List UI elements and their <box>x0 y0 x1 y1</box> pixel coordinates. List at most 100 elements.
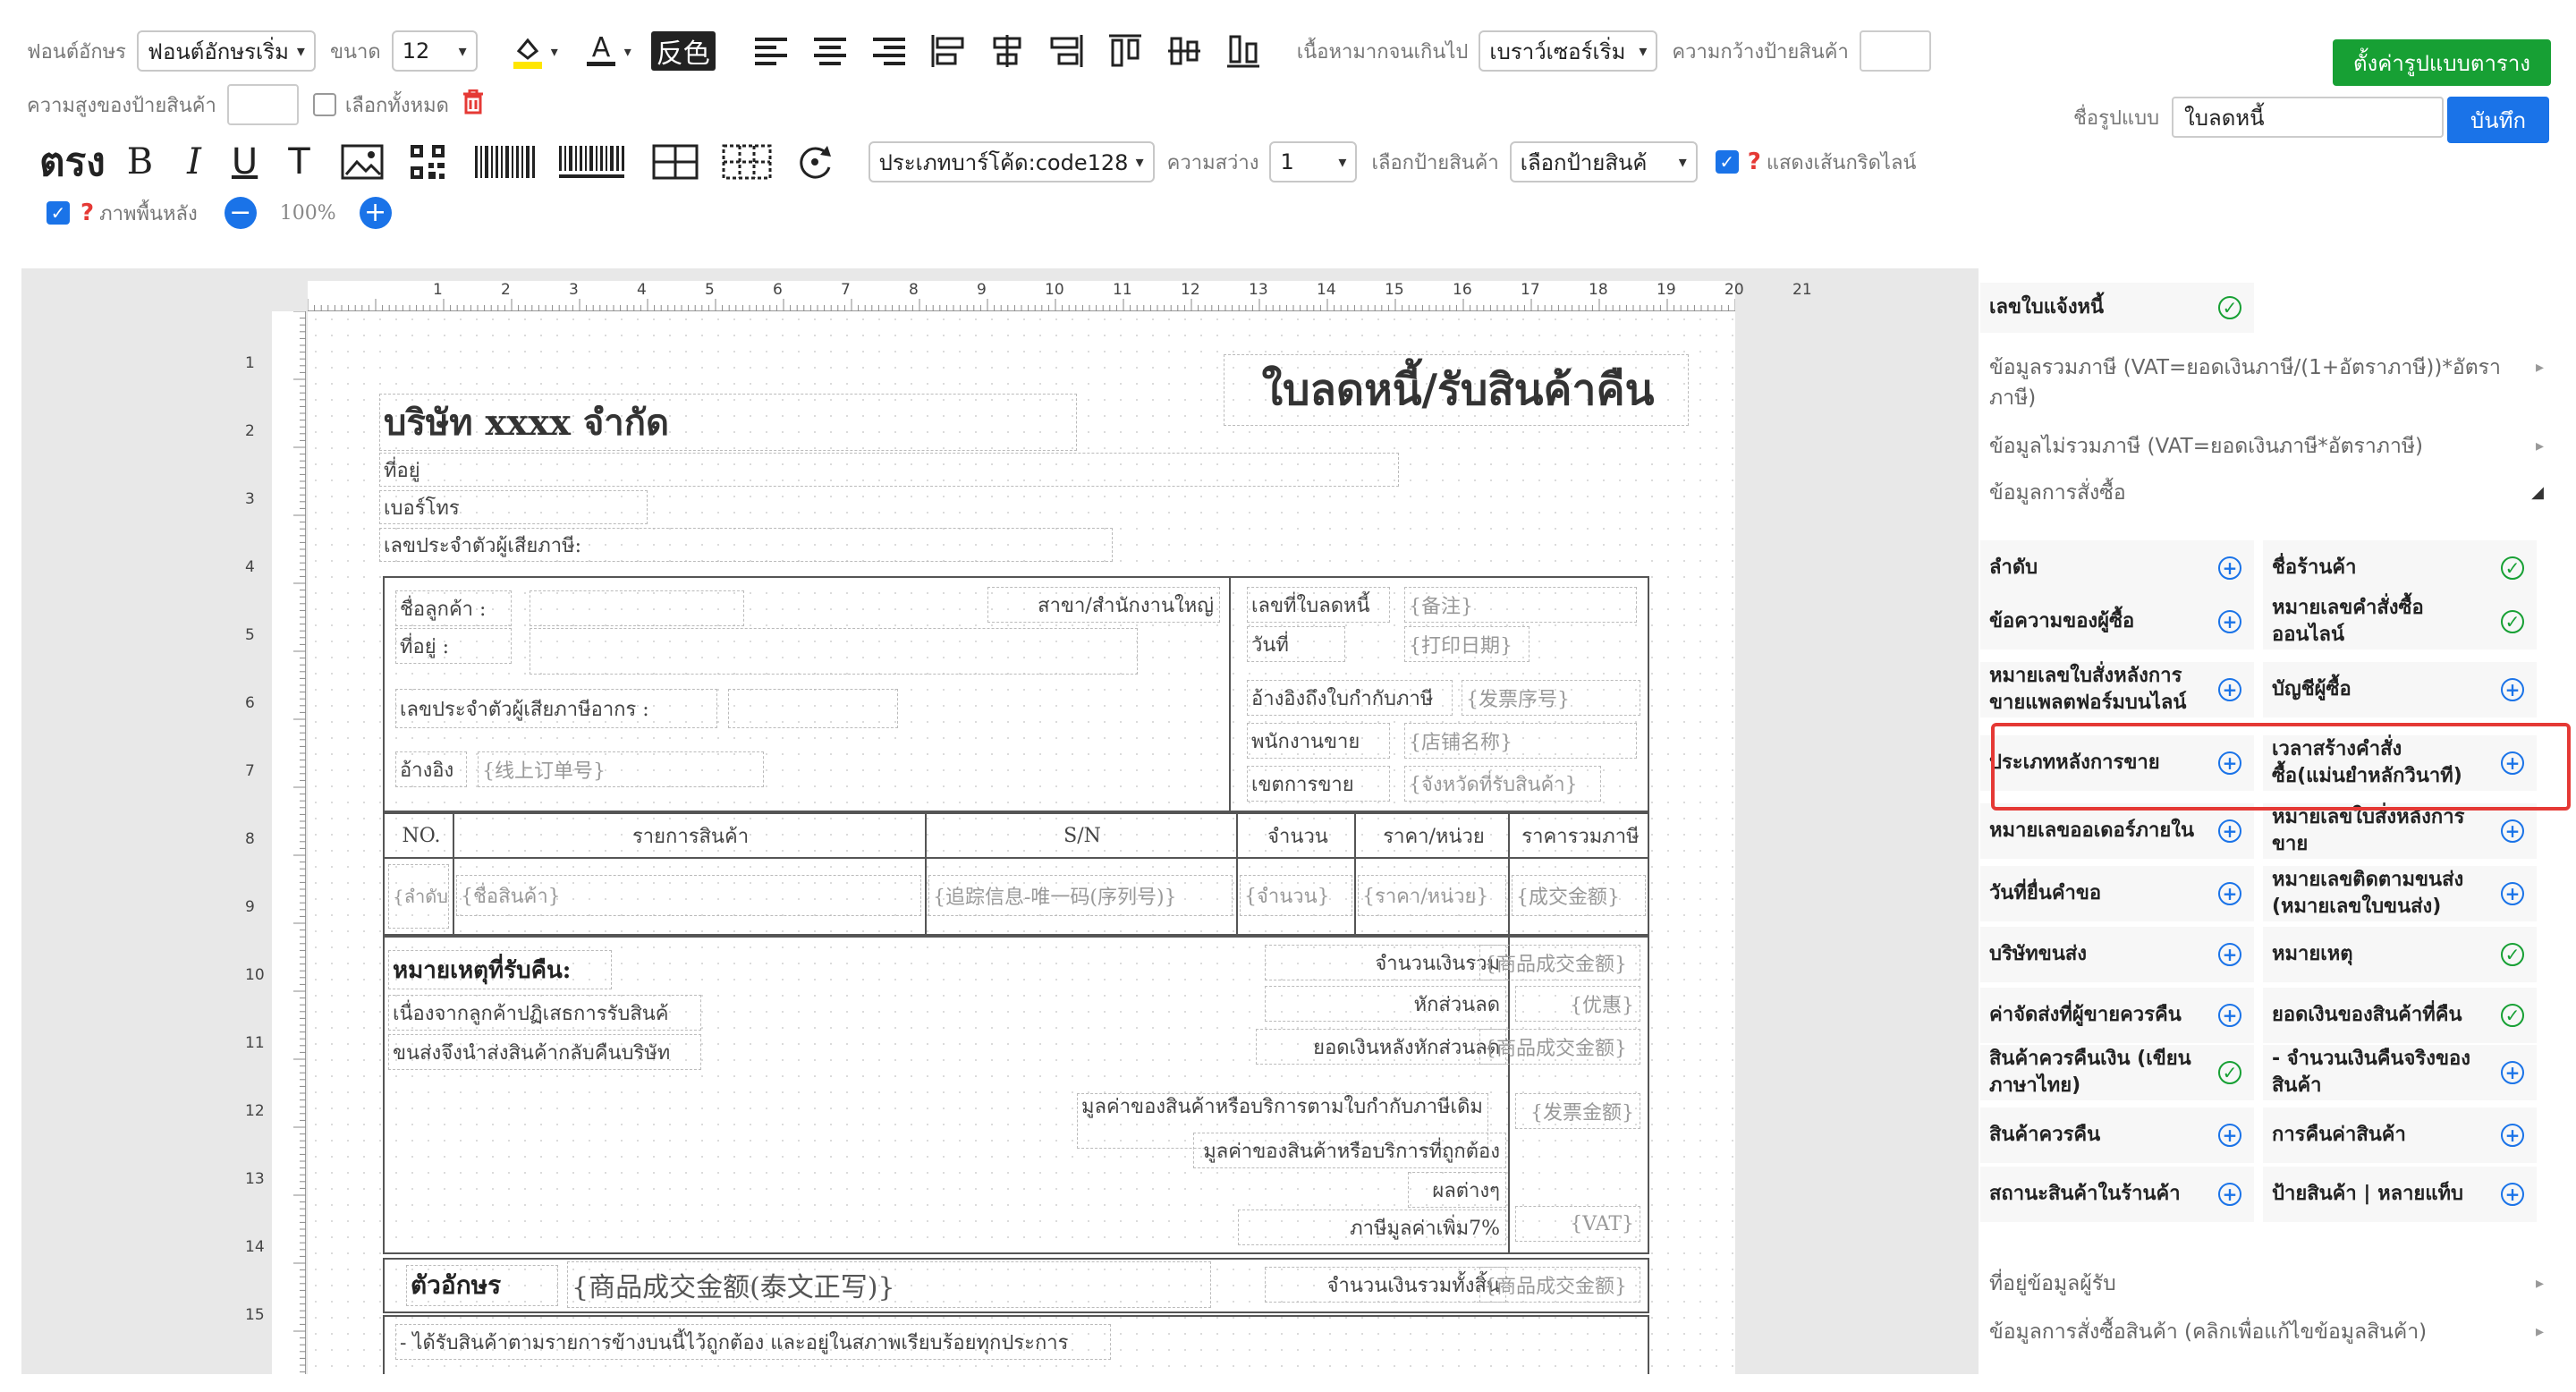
panel-item[interactable]: หมายเหตุ ✓ <box>2263 927 2537 982</box>
help-icon[interactable]: ? <box>1748 149 1761 175</box>
check-circle-icon[interactable]: ✓ <box>2218 1061 2241 1084</box>
after-discount-label[interactable]: ยอดเงินหลังหักส่วนลด <box>1256 1029 1506 1065</box>
branch-label[interactable]: สาขา/สำนักงานใหญ่ <box>987 587 1220 623</box>
plus-circle-icon[interactable]: + <box>2218 556 2241 580</box>
customer-address-label[interactable]: ที่อยู่ : <box>395 628 512 664</box>
table-setting-button[interactable]: ตั้งค่ารูปแบบตาราง <box>2333 39 2551 86</box>
doc-title[interactable]: ใบลดหนี้/รับสินค้าคืน <box>1224 354 1689 426</box>
credit-no-label[interactable]: เลขที่ใบลดหนี้ <box>1247 587 1390 623</box>
plus-circle-icon[interactable]: + <box>2501 1183 2524 1206</box>
panel-item[interactable]: ชื่อร้านค้า ✓ <box>2263 540 2537 596</box>
panel-item[interactable]: หมายเลขติดตามขนส่ง (หมายเลขใบขนส่ง) + <box>2263 866 2537 921</box>
align-center-icon[interactable] <box>812 36 848 66</box>
cell-total[interactable]: {成交金额} <box>1512 875 1646 916</box>
panel-item[interactable]: การคืนค่าสินค้า + <box>2263 1108 2537 1163</box>
size-select[interactable]: 12 ▾ <box>391 30 478 72</box>
check-circle-icon[interactable]: ✓ <box>2501 610 2524 633</box>
image-icon[interactable] <box>341 144 384 180</box>
align-left-icon[interactable] <box>753 36 789 66</box>
date-label[interactable]: วันที่ <box>1247 626 1345 662</box>
company-phone[interactable]: เบอร์โทร <box>379 490 648 524</box>
plus-circle-icon[interactable]: + <box>2501 1061 2524 1084</box>
plus-circle-icon[interactable]: + <box>2501 678 2524 701</box>
vat-field[interactable]: {VAT} <box>1515 1206 1640 1242</box>
credit-no-field[interactable]: {备注} <box>1404 587 1637 623</box>
panel-item[interactable]: - จำนวนเงินคืนจริงของสินค้า + <box>2263 1045 2537 1100</box>
cell-no[interactable]: {ลำดับ} <box>388 864 449 929</box>
letters-label[interactable]: ตัวอักษร <box>406 1265 558 1306</box>
panel-item[interactable]: ค่าจัดส่งที่ผู้ขายควรคืน + <box>1980 988 2254 1043</box>
panel-item[interactable]: วันที่ยื่นคำขอ + <box>1980 866 2254 921</box>
italic-icon[interactable]: I <box>187 141 201 182</box>
customer-address-field[interactable] <box>530 628 1138 675</box>
align-right-edge-icon[interactable] <box>1048 33 1084 69</box>
select-all-checkbox[interactable] <box>312 93 336 116</box>
grand-total-label[interactable]: จำนวนเงินรวมทั้งสิ้น <box>1265 1267 1506 1303</box>
plus-circle-icon[interactable]: + <box>2218 1124 2241 1147</box>
barcode-text-icon[interactable] <box>557 144 629 180</box>
invert-color-button[interactable]: 反色 <box>650 31 716 71</box>
section-vat-excl[interactable]: ข้อมูลไม่รวมภาษี (VAT=ยอดเงินภาษี*อัตราภ… <box>1989 431 2544 462</box>
check-circle-icon[interactable]: ✓ <box>2218 296 2241 319</box>
customer-taxid-field[interactable] <box>728 689 898 728</box>
align-left-edge-icon[interactable] <box>930 33 966 69</box>
panel-item[interactable]: ลำดับ + <box>1980 540 2254 596</box>
plus-circle-icon[interactable]: + <box>2501 819 2524 843</box>
plus-circle-icon[interactable]: + <box>2218 1183 2241 1206</box>
label-width-input[interactable] <box>1859 30 1931 72</box>
label-height-input[interactable] <box>226 84 299 125</box>
salesman-field[interactable]: {店铺名称} <box>1404 723 1637 759</box>
sum-label[interactable]: จำนวนเงินรวม <box>1265 945 1506 980</box>
zoom-out-icon[interactable]: − <box>224 197 257 229</box>
remark-line-2[interactable]: ขนส่งจึงนำส่งสินค้ากลับคืนบริษัท <box>388 1034 701 1070</box>
panel-item[interactable]: บัญชีผู้ซื้อ + <box>2263 662 2537 717</box>
qrcode-icon[interactable] <box>409 143 446 181</box>
save-button[interactable]: บันทึก <box>2447 97 2549 143</box>
invoice-ref-field[interactable]: {发票序号} <box>1462 680 1640 716</box>
company-address[interactable]: ที่อยู่ <box>379 453 1399 487</box>
plus-circle-icon[interactable]: + <box>2218 678 2241 701</box>
panel-item[interactable]: หมายเลขคำสั่งซื้อออนไลน์ ✓ <box>2263 594 2537 649</box>
remark-title[interactable]: หมายเหตุที่รับคืน: <box>388 950 612 989</box>
rotate-icon[interactable] <box>795 142 835 182</box>
salesman-label[interactable]: พนักงานขาย <box>1247 723 1390 759</box>
zoom-in-icon[interactable]: + <box>359 197 392 229</box>
invoice-ref-label[interactable]: อ้างอิงถึงใบกำกับภาษี <box>1247 680 1453 716</box>
text-tool-icon[interactable]: T <box>288 141 309 182</box>
remark-line-1[interactable]: เนื่องจากลูกค้าปฏิเสธการรับสินค้ <box>388 995 701 1031</box>
chevron-down-icon[interactable]: ▾ <box>551 43 558 60</box>
customer-taxid-label[interactable]: เลขประจำตัวผู้เสียภาษีอากร : <box>395 689 717 728</box>
trash-icon[interactable] <box>462 89 485 121</box>
bold-button[interactable]: ตรง <box>39 131 106 193</box>
align-top-icon[interactable] <box>1107 33 1143 69</box>
panel-item-invoice-no[interactable]: เลขใบแจ้งหนี้ ✓ <box>1980 283 2254 333</box>
chevron-down-icon[interactable]: ▾ <box>624 43 631 60</box>
plus-circle-icon[interactable]: + <box>2218 610 2241 633</box>
plus-circle-icon[interactable]: + <box>2218 882 2241 905</box>
choose-label-select[interactable]: เลือกป้ายสินค้ ▾ <box>1509 141 1698 182</box>
panel-item[interactable]: สินค้าควรคืนเงิน (เขียนภาษาไทย) ✓ <box>1980 1045 2254 1100</box>
brightness-select[interactable]: 1 ▾ <box>1269 141 1358 182</box>
customer-name-field[interactable] <box>530 590 744 626</box>
font-color-icon[interactable]: A <box>581 31 621 71</box>
template-name-input[interactable]: ใบลดหนี้ <box>2172 97 2445 138</box>
diff-label[interactable]: ผลต่างๆ <box>1408 1172 1506 1208</box>
plus-circle-icon[interactable]: + <box>2501 1124 2524 1147</box>
panel-item[interactable]: สถานะสินค้าในร้านค้า + <box>1980 1167 2254 1222</box>
panel-item[interactable]: ยอดเงินของสินค้าที่คืน ✓ <box>2263 988 2537 1043</box>
plus-circle-icon[interactable]: + <box>2218 943 2241 966</box>
underline-icon[interactable]: U <box>232 141 258 182</box>
panel-item[interactable]: หมายเลขใบสั่งหลังการขายแพลตฟอร์มบนไลน์ + <box>1980 662 2254 717</box>
align-vcenter-icon[interactable] <box>1166 33 1202 69</box>
panel-item[interactable]: หมายเลขออเดอร์ภายใน + <box>1980 803 2254 859</box>
align-right-icon[interactable] <box>871 36 907 66</box>
check-circle-icon[interactable]: ✓ <box>2501 1004 2524 1027</box>
discount-field[interactable]: {优惠} <box>1515 986 1640 1022</box>
check-circle-icon[interactable]: ✓ <box>2501 943 2524 966</box>
bold-b-icon[interactable]: B <box>127 141 153 182</box>
cell-item[interactable]: {ชื่อสินค้า} <box>456 875 921 916</box>
barcode-icon[interactable] <box>473 144 539 180</box>
table-icon[interactable] <box>652 144 699 180</box>
section-vat-incl[interactable]: ข้อมูลรวมภาษี (VAT=ยอดเงินภาษี/(1+อัตราภ… <box>1989 352 2544 413</box>
panel-item[interactable]: ข้อความของผู้ซื้อ + <box>1980 594 2254 649</box>
